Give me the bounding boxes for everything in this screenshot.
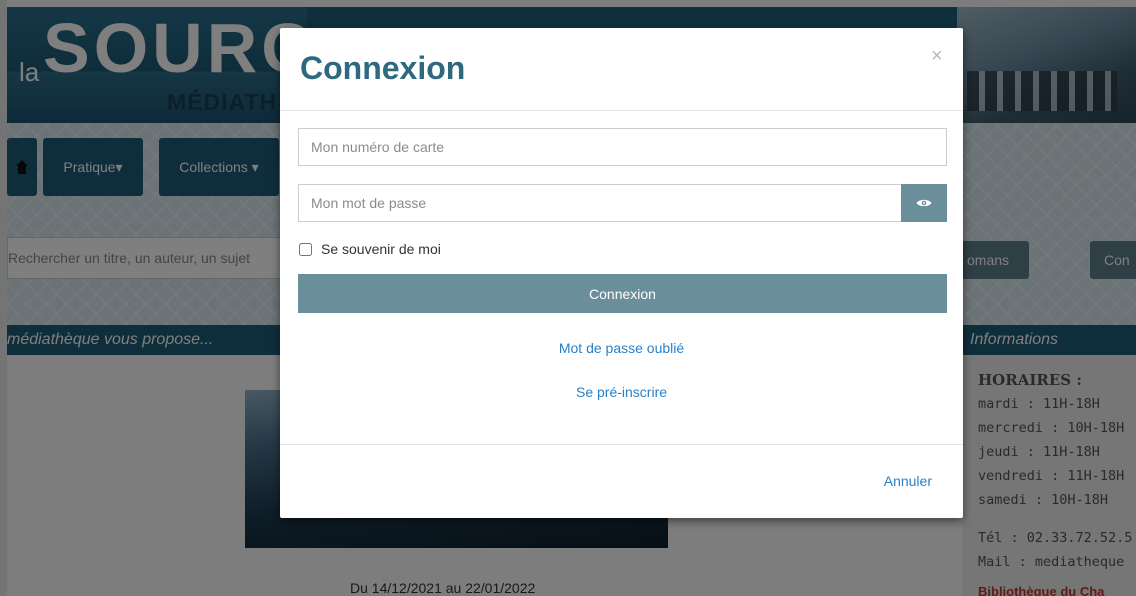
close-icon[interactable]: × [931,46,943,66]
forgot-password-link[interactable]: Mot de passe oublié [280,340,963,356]
preregister-link[interactable]: Se pré-inscrire [280,384,963,400]
cancel-link[interactable]: Annuler [884,473,932,489]
login-button[interactable]: Connexion [298,274,947,313]
remember-me[interactable]: Se souvenir de moi [298,241,441,257]
modal-title: Connexion [300,50,466,86]
eye-icon [916,199,932,207]
footer-divider [280,444,963,445]
card-number-input[interactable] [298,128,947,166]
remember-me-label: Se souvenir de moi [321,241,441,257]
header-divider [280,110,963,111]
show-password-button[interactable] [901,184,947,222]
password-input[interactable] [298,184,901,222]
login-modal: Connexion × Se souvenir de moi Connexion… [280,28,963,518]
remember-me-checkbox[interactable] [299,242,312,256]
